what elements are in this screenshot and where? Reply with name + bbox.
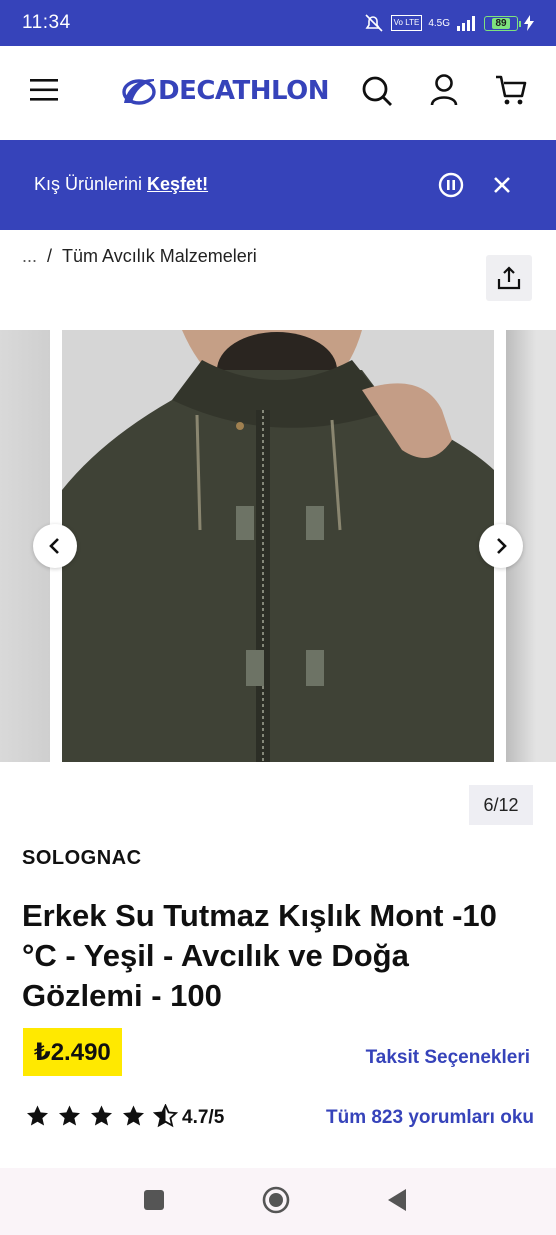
decathlon-logo[interactable]: DECATHLON <box>122 76 330 106</box>
star-full-icon <box>27 1105 48 1126</box>
account-icon[interactable] <box>430 74 458 106</box>
installment-options-link[interactable]: Taksit Seçenekleri <box>366 1047 530 1069</box>
status-icons: Vo LTE 4.5G 89 <box>363 13 534 33</box>
star-full-icon <box>91 1105 112 1126</box>
close-icon[interactable] <box>493 176 511 194</box>
rating-score: 4.7/5 <box>182 1107 225 1128</box>
share-button[interactable] <box>486 255 532 301</box>
site-header: DECATHLON <box>0 46 556 140</box>
status-bar: 11:34 Vo LTE 4.5G 89 <box>0 0 556 46</box>
breadcrumb-ellipsis[interactable]: ... <box>22 246 37 267</box>
read-reviews-link[interactable]: Tüm 823 yorumları oku <box>326 1107 534 1129</box>
star-full-icon <box>123 1105 144 1126</box>
promo-banner: Kış Ürünlerini Keşfet! <box>0 140 556 230</box>
star-half-icon <box>153 1104 178 1128</box>
share-icon <box>497 266 521 290</box>
product-gallery <box>0 330 556 762</box>
product-image[interactable] <box>62 330 494 762</box>
chevron-left-icon <box>49 538 59 554</box>
promo-text: Kış Ürünlerini Keşfet! <box>34 174 208 195</box>
back-icon[interactable] <box>387 1188 407 1212</box>
system-navigation-bar <box>0 1168 556 1235</box>
promo-link[interactable]: Keşfet! <box>147 174 208 194</box>
previous-image-button[interactable] <box>33 524 77 568</box>
rating-stars[interactable] <box>25 1104 178 1128</box>
battery-level: 89 <box>492 17 510 29</box>
next-image-button[interactable] <box>479 524 523 568</box>
volte-badge: Vo LTE <box>390 15 423 31</box>
mute-icon <box>365 14 383 32</box>
search-icon[interactable] <box>361 75 393 107</box>
menu-icon[interactable] <box>30 78 58 102</box>
image-counter: 6/12 <box>469 785 533 825</box>
cart-icon[interactable] <box>495 74 527 106</box>
promo-label: Kış Ürünlerini <box>34 174 148 194</box>
product-brand[interactable]: SOLOGNAC <box>22 847 142 870</box>
product-price: ₺2.490 <box>23 1028 122 1076</box>
logo-text: DECATHLON <box>158 76 330 106</box>
jacket-photo <box>62 330 494 762</box>
network-label: 4.5G <box>428 17 450 29</box>
star-full-icon <box>59 1105 80 1126</box>
home-icon[interactable] <box>262 1186 290 1214</box>
decathlon-logo-icon <box>122 79 156 105</box>
battery-icon: 89 <box>484 15 521 31</box>
product-title: Erkek Su Tutmaz Kışlık Mont -10 °C - Yeş… <box>22 898 497 1013</box>
breadcrumb-separator: / <box>47 246 53 266</box>
pause-icon[interactable] <box>438 172 464 198</box>
breadcrumb: ... / Tüm Avcılık Malzemeleri <box>22 246 257 267</box>
charging-icon <box>524 15 534 31</box>
recent-apps-icon[interactable] <box>144 1190 164 1210</box>
breadcrumb-current[interactable]: Tüm Avcılık Malzemeleri <box>62 246 257 267</box>
signal-icon <box>457 16 475 31</box>
status-time: 11:34 <box>22 12 71 33</box>
chevron-right-icon <box>497 538 507 554</box>
